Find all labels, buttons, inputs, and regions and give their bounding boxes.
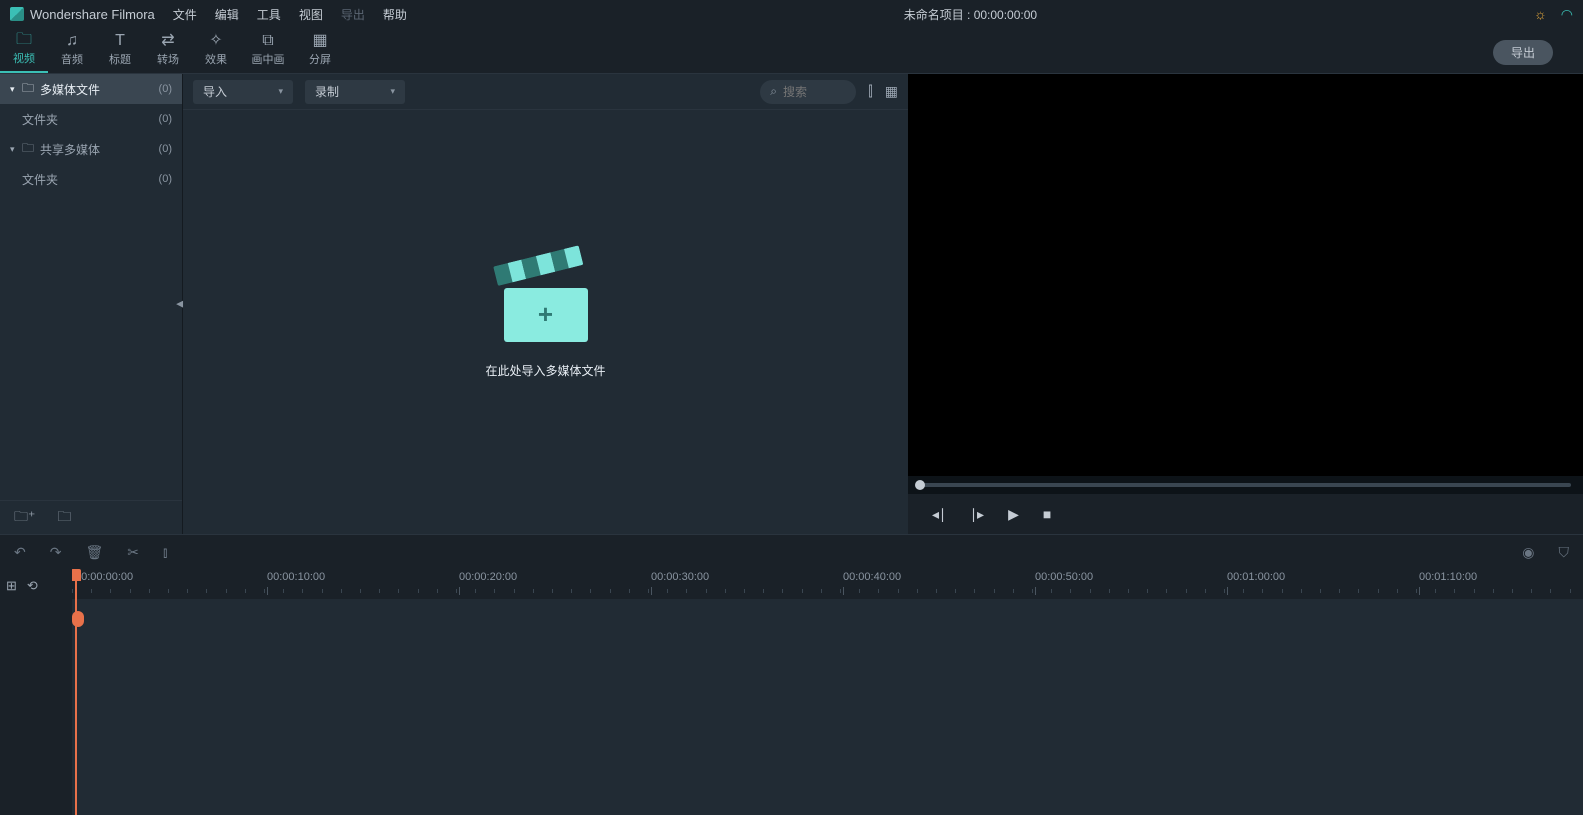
project-title: 未命名项目 : 00:00:00:00 xyxy=(425,6,1516,23)
media-drop-area[interactable]: + 在此处导入多媒体文件 xyxy=(183,110,908,534)
preview-viewport[interactable] xyxy=(908,74,1583,476)
grid-view-icon[interactable]: ▦ xyxy=(885,83,898,100)
timeline-ruler-area[interactable]: 00:00:00:00 00:00:10:00 00:00:20:00 00:0… xyxy=(72,569,1583,815)
play-button[interactable]: ▶ xyxy=(1008,506,1019,523)
import-hint-text: 在此处导入多媒体文件 xyxy=(485,362,605,379)
menu-tools[interactable]: 工具 xyxy=(257,6,281,23)
ruler-tick: 00:00:20:00 xyxy=(459,571,517,583)
filter-icon[interactable]: ⫿ xyxy=(868,83,872,100)
timeline-side-tools: ⊞⟲ xyxy=(0,569,72,815)
tab-effect[interactable]: ✧ 效果 xyxy=(192,27,240,73)
menu-file[interactable]: 文件 xyxy=(173,6,197,23)
media-sidebar: ▾ 🗀 多媒体文件 (0) 文件夹 (0) ▾ 🗀 共享多媒体 (0) 文件夹 … xyxy=(0,74,182,534)
effect-icon: ✧ xyxy=(209,33,222,49)
timeline-toolbar: ↶ ↷ 🗑 ✂ ⫾ ◉ ⛉ xyxy=(0,535,1583,569)
timeline-add-track-icon[interactable]: ⊞⟲ xyxy=(0,575,72,597)
tips-icon[interactable]: ☼ xyxy=(1534,6,1547,22)
ruler-tick: 00:00:50:00 xyxy=(1035,571,1093,583)
undo-icon[interactable]: ↶ xyxy=(14,544,26,561)
ruler-tick: 00:01:00:00 xyxy=(1227,571,1285,583)
folder-icon: 🗀 xyxy=(22,79,34,100)
tab-video[interactable]: 🗀 视频 xyxy=(0,27,48,73)
ruler-tick: 00:01:10:00 xyxy=(1419,571,1477,583)
preview-panel: ◂∣ ∣▸ ▶ ■ xyxy=(908,74,1583,534)
prev-frame-button[interactable]: ◂∣ xyxy=(932,506,946,523)
sidebar-item-folder-1[interactable]: 文件夹 (0) xyxy=(0,104,182,134)
app-name: Wondershare Filmora xyxy=(30,7,155,22)
music-icon: ♫ xyxy=(66,33,78,49)
media-tabs-bar: 🗀 视频 ♫ 音频 T 标题 ⇄ 转场 ✧ 效果 ⧉ 画中画 ▦ 分屏 导出 xyxy=(0,28,1583,74)
folder-icon: 🗀 xyxy=(16,32,32,48)
ruler-tick: 00:00:10:00 xyxy=(267,571,325,583)
support-icon[interactable]: ◠ xyxy=(1561,6,1573,23)
menu-view[interactable]: 视图 xyxy=(299,6,323,23)
split-icon: ▦ xyxy=(312,33,327,49)
transition-icon: ⇄ xyxy=(161,33,174,49)
timeline-zoom-icon[interactable]: ◉ xyxy=(1522,544,1534,561)
preview-controls: ◂∣ ∣▸ ▶ ■ xyxy=(908,494,1583,534)
pip-icon: ⧉ xyxy=(262,33,273,49)
main-content: ▾ 🗀 多媒体文件 (0) 文件夹 (0) ▾ 🗀 共享多媒体 (0) 文件夹 … xyxy=(0,74,1583,534)
top-right-icons: ☼ ◠ xyxy=(1534,6,1573,23)
app-logo: Wondershare Filmora xyxy=(10,7,155,22)
timeline-ruler[interactable]: 00:00:00:00 00:00:10:00 00:00:20:00 00:0… xyxy=(72,569,1583,599)
media-panel: 导入 ▾ 录制 ▾ ⌕ ⫿ ▦ + 在此处导入多媒体文件 xyxy=(182,74,908,534)
filmora-logo-icon xyxy=(10,7,24,21)
import-dropdown[interactable]: 导入 ▾ xyxy=(193,80,293,104)
menu-bar: Wondershare Filmora 文件 编辑 工具 视图 导出 帮助 未命… xyxy=(0,0,1583,28)
marker-icon[interactable]: ⛉ xyxy=(1559,544,1570,561)
menu-export[interactable]: 导出 xyxy=(341,6,365,23)
plus-icon: + xyxy=(538,299,553,330)
folder-icon: 🗀 xyxy=(22,139,34,160)
ruler-tick: 00:00:00:00 xyxy=(75,571,133,583)
chevron-down-icon: ▾ xyxy=(10,84,16,95)
folder-icon[interactable]: 🗀 xyxy=(57,506,71,530)
sidebar-item-folder-2[interactable]: 文件夹 (0) xyxy=(0,164,182,194)
export-button[interactable]: 导出 xyxy=(1493,40,1553,65)
media-toolbar: 导入 ▾ 录制 ▾ ⌕ ⫿ ▦ xyxy=(183,74,908,110)
record-dropdown[interactable]: 录制 ▾ xyxy=(305,80,405,104)
chevron-down-icon: ▾ xyxy=(10,144,16,155)
new-folder-icon[interactable]: 🗀⁺ xyxy=(14,506,35,530)
timeline-panel: ↶ ↷ 🗑 ✂ ⫾ ◉ ⛉ ⊞⟲ 00:00:00:00 00:00:10:00… xyxy=(0,534,1583,815)
tab-split[interactable]: ▦ 分屏 xyxy=(296,27,344,73)
slider-thumb[interactable] xyxy=(915,480,925,490)
search-box[interactable]: ⌕ xyxy=(760,80,856,104)
timeline-tracks[interactable] xyxy=(72,599,1583,815)
next-frame-button[interactable]: ∣▸ xyxy=(970,506,984,523)
clapperboard-icon: + xyxy=(504,266,588,342)
sidebar-item-media-files[interactable]: ▾ 🗀 多媒体文件 (0) xyxy=(0,74,182,104)
ruler-tick: 00:00:30:00 xyxy=(651,571,709,583)
ruler-tick: 00:00:40:00 xyxy=(843,571,901,583)
preview-slider[interactable] xyxy=(908,476,1583,494)
tab-pip[interactable]: ⧉ 画中画 xyxy=(240,27,296,73)
chevron-down-icon: ▾ xyxy=(278,86,283,97)
cut-icon[interactable]: ✂ xyxy=(127,544,139,561)
playhead[interactable] xyxy=(75,569,77,815)
delete-icon[interactable]: 🗑 xyxy=(85,544,103,561)
chevron-down-icon: ▾ xyxy=(390,86,395,97)
tab-audio[interactable]: ♫ 音频 xyxy=(48,27,96,73)
sidebar-bottom-tools: 🗀⁺ 🗀 xyxy=(0,500,182,534)
menu-edit[interactable]: 编辑 xyxy=(215,6,239,23)
text-icon: T xyxy=(115,33,125,49)
stop-button[interactable]: ■ xyxy=(1043,506,1051,522)
sidebar-collapse-icon[interactable]: ◀ xyxy=(176,299,183,310)
tab-title[interactable]: T 标题 xyxy=(96,27,144,73)
main-menu: 文件 编辑 工具 视图 导出 帮助 xyxy=(173,6,407,23)
sidebar-item-shared-media[interactable]: ▾ 🗀 共享多媒体 (0) xyxy=(0,134,182,164)
tab-transition[interactable]: ⇄ 转场 xyxy=(144,27,192,73)
timeline-body: ⊞⟲ 00:00:00:00 00:00:10:00 00:00:20:00 0… xyxy=(0,569,1583,815)
redo-icon[interactable]: ↷ xyxy=(50,544,62,561)
menu-help[interactable]: 帮助 xyxy=(383,6,407,23)
settings-sliders-icon[interactable]: ⫾ xyxy=(163,544,167,561)
search-icon: ⌕ xyxy=(770,84,777,99)
